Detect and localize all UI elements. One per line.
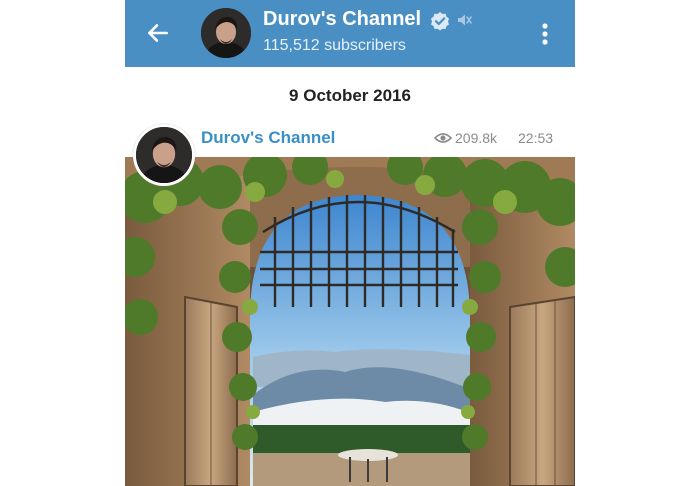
view-count: 209.8k (455, 130, 498, 146)
channel-avatar[interactable] (201, 8, 251, 58)
subscriber-count: 115,512 subscribers (263, 37, 406, 54)
muted-speaker-icon (458, 14, 472, 26)
gate-arch-landscape-photo[interactable] (125, 157, 575, 486)
date-separator: 9 October 2016 (289, 86, 411, 105)
left-margin (0, 0, 125, 486)
more-vertical-icon[interactable] (535, 20, 555, 48)
right-margin (575, 0, 700, 486)
post-time: 22:53 (518, 130, 554, 146)
channel-header: Durov's Channel 115,512 subscribers (125, 0, 575, 67)
telegram-channel-view: Durov's Channel 115,512 subscribers 9 Oc… (125, 0, 575, 486)
verified-check-icon (431, 12, 449, 31)
post-author-avatar[interactable] (133, 124, 195, 186)
channel-title[interactable]: Durov's Channel (263, 8, 421, 31)
eye-icon (434, 133, 452, 143)
arrow-left-icon[interactable] (145, 20, 171, 46)
post-author-name[interactable]: Durov's Channel (201, 128, 335, 148)
